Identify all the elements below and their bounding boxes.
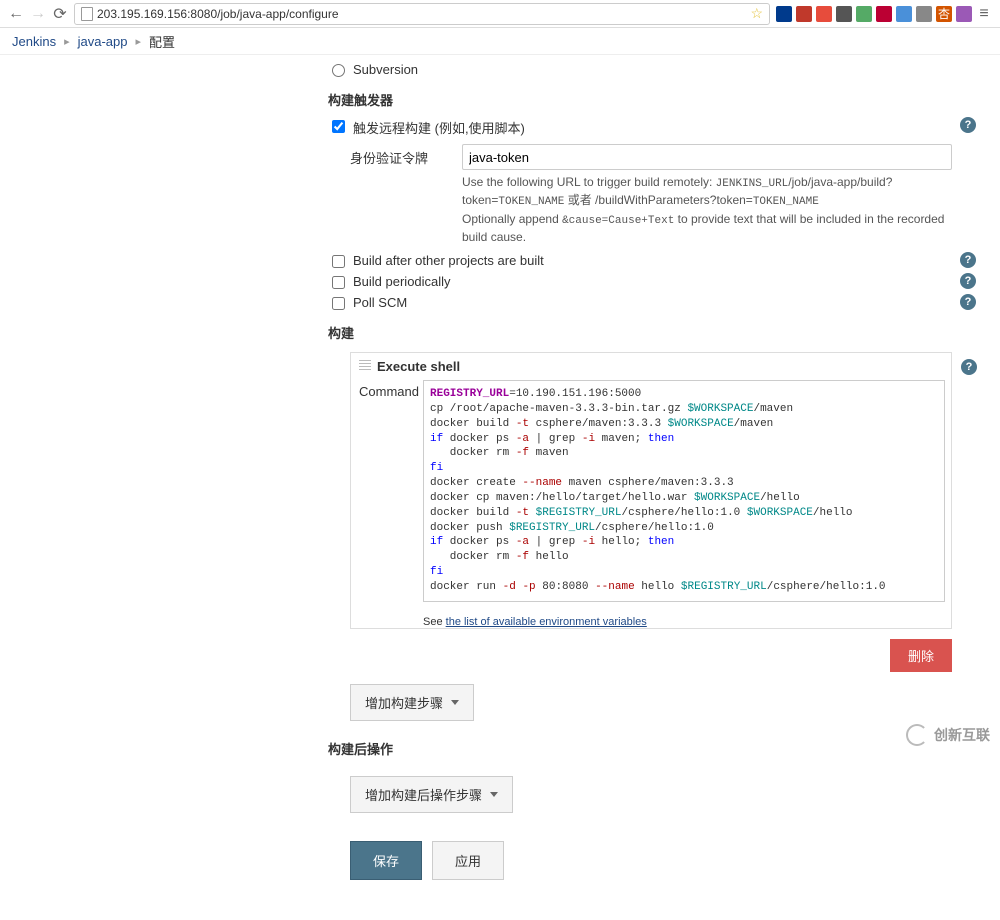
ext-icon-6[interactable]	[876, 6, 892, 22]
token-label: 身份验证令牌	[350, 144, 462, 167]
page-icon	[81, 7, 93, 21]
ext-icon-10[interactable]	[956, 6, 972, 22]
scm-subversion-row: Subversion	[328, 59, 952, 80]
watermark-text: 创新互联	[934, 725, 990, 745]
execute-shell-block: ? Execute shell Command REGISTRY_URL=10.…	[350, 352, 952, 629]
trigger-after-row: Build after other projects are built ?	[328, 250, 952, 271]
env-vars-hint: See the list of available environment va…	[423, 616, 951, 628]
trigger-after-label: Build after other projects are built	[353, 253, 952, 268]
help-icon[interactable]: ?	[960, 273, 976, 289]
extension-icons: 杏 ≡	[776, 6, 992, 22]
ext-icon-2[interactable]	[796, 6, 812, 22]
help-icon[interactable]: ?	[960, 252, 976, 268]
help-icon[interactable]: ?	[961, 359, 977, 375]
trigger-pollscm-label: Poll SCM	[353, 295, 952, 310]
ext-icon-5[interactable]	[856, 6, 872, 22]
section-postbuild-title: 构建后操作	[328, 739, 952, 758]
bookmark-star-icon[interactable]: ☆	[750, 5, 763, 22]
token-input[interactable]	[462, 144, 952, 170]
ext-icon-3[interactable]	[816, 6, 832, 22]
url-input[interactable]	[97, 7, 746, 21]
trigger-after-checkbox[interactable]	[332, 255, 345, 268]
trigger-remote-row: 触发远程构建 (例如,使用脚本) ?	[328, 115, 952, 140]
token-help-text: Use the following URL to trigger build r…	[462, 174, 952, 246]
add-build-step-label: 增加构建步骤	[365, 693, 443, 712]
trigger-periodic-label: Build periodically	[353, 274, 952, 289]
forward-button[interactable]: →	[30, 6, 46, 22]
apply-button[interactable]: 应用	[432, 841, 504, 880]
add-build-step-button[interactable]: 增加构建步骤	[350, 684, 474, 721]
trigger-pollscm-checkbox[interactable]	[332, 297, 345, 310]
breadcrumb-root[interactable]: Jenkins	[12, 34, 56, 49]
save-button[interactable]: 保存	[350, 841, 422, 880]
form-actions: 保存 应用	[350, 841, 952, 880]
breadcrumb: Jenkins ▸ java-app ▸ 配置	[0, 28, 1000, 55]
drag-handle-icon[interactable]	[359, 360, 371, 372]
breadcrumb-job[interactable]: java-app	[78, 34, 128, 49]
env-vars-link[interactable]: the list of available environment variab…	[446, 616, 647, 628]
section-build-title: 构建	[328, 323, 952, 342]
trigger-periodic-checkbox[interactable]	[332, 276, 345, 289]
watermark-logo-icon	[906, 724, 928, 746]
trigger-pollscm-row: Poll SCM ?	[328, 292, 952, 313]
trigger-remote-label: 触发远程构建 (例如,使用脚本)	[353, 118, 952, 137]
reload-button[interactable]: ⟳	[52, 6, 68, 22]
execute-shell-title: Execute shell	[377, 359, 460, 374]
trigger-periodic-row: Build periodically ?	[328, 271, 952, 292]
command-label: Command	[359, 380, 423, 602]
back-button[interactable]: ←	[8, 6, 24, 22]
scm-subversion-radio[interactable]	[332, 64, 345, 77]
browser-toolbar: ← → ⟳ ☆ 杏 ≡	[0, 0, 1000, 28]
help-icon[interactable]: ?	[960, 294, 976, 310]
add-postbuild-step-label: 增加构建后操作步骤	[365, 785, 482, 804]
ext-icon-8[interactable]	[916, 6, 932, 22]
help-icon[interactable]: ?	[960, 117, 976, 133]
section-triggers-title: 构建触发器	[328, 90, 952, 109]
ext-icon-9[interactable]: 杏	[936, 6, 952, 22]
ext-icon-7[interactable]	[896, 6, 912, 22]
command-textarea[interactable]: REGISTRY_URL=10.190.151.196:5000 cp /roo…	[423, 380, 945, 602]
breadcrumb-sep: ▸	[60, 35, 74, 48]
chevron-down-icon	[490, 792, 498, 797]
add-postbuild-step-button[interactable]: 增加构建后操作步骤	[350, 776, 513, 813]
breadcrumb-sep: ▸	[131, 35, 145, 48]
scm-subversion-label: Subversion	[353, 62, 952, 77]
chrome-menu-icon[interactable]: ≡	[976, 6, 992, 22]
execute-shell-header: Execute shell	[351, 353, 951, 380]
config-form: Subversion 构建触发器 触发远程构建 (例如,使用脚本) ? 身份验证…	[320, 55, 980, 920]
token-field-row: 身份验证令牌 Use the following URL to trigger …	[350, 144, 952, 246]
delete-step-button[interactable]: 删除	[890, 639, 952, 672]
chevron-down-icon	[451, 700, 459, 705]
address-bar[interactable]: ☆	[74, 3, 770, 25]
trigger-remote-checkbox[interactable]	[332, 120, 345, 133]
breadcrumb-page: 配置	[149, 32, 175, 51]
watermark: 创新互联	[906, 724, 990, 746]
ext-icon-4[interactable]	[836, 6, 852, 22]
ext-icon-1[interactable]	[776, 6, 792, 22]
